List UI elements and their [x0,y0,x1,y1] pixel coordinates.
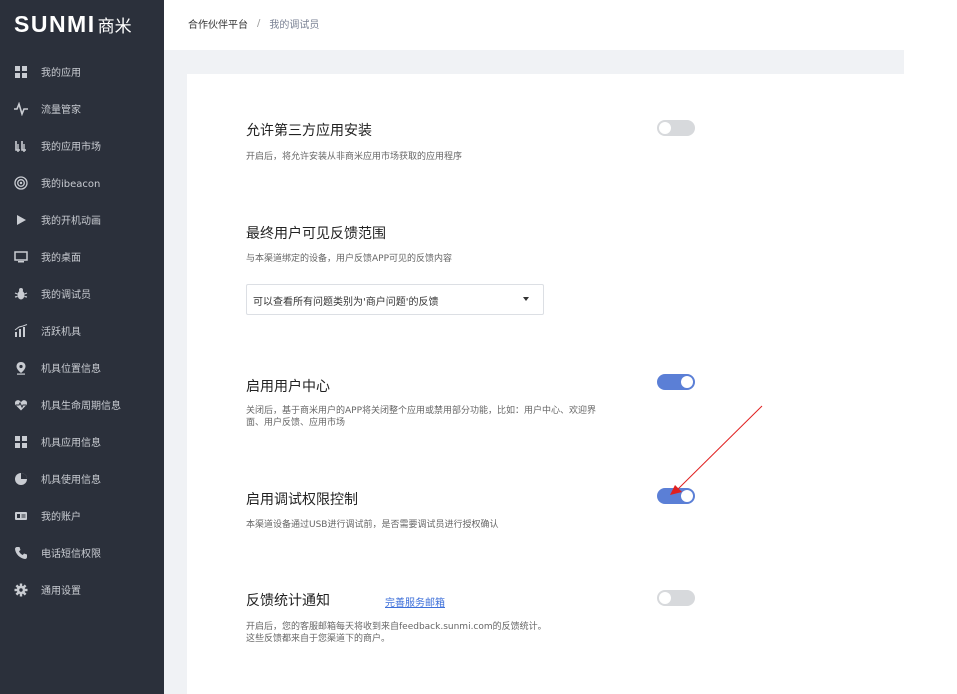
sidebar-item-ibeacon[interactable]: 我的ibeacon [0,164,164,201]
sidebar-item-general-settings[interactable]: 通用设置 [0,571,164,608]
sidebar-item-label: 我的应用 [41,68,81,79]
caret-down-icon [523,297,529,301]
id-card-icon [14,509,28,523]
feedback-notify-desc-line1: 开启后，您的客服邮箱每天将收到来自feedback.sunmi.com的反馈统计… [246,622,547,632]
sidebar-item-device-lifecycle[interactable]: 机具生命周期信息 [0,386,164,423]
sidebar-item-debugger[interactable]: 我的调试员 [0,275,164,312]
debug-permission-desc: 本渠道设备通过USB进行调试前，是否需要调试员进行授权确认 [246,520,499,530]
sidebar-item-active-devices[interactable]: 活跃机具 [0,312,164,349]
feedback-notify-desc-line2: 这些反馈都来自于您渠道下的商户。 [246,634,391,644]
breadcrumb-root[interactable]: 合作伙伴平台 [188,16,248,31]
sidebar-item-label: 我的应用市场 [41,142,101,153]
third-party-install-toggle[interactable] [657,120,695,136]
top-bar: 合作伙伴平台 / 我的调试员 [164,0,904,50]
user-center-toggle[interactable] [657,374,695,390]
sidebar-item-desktop[interactable]: 我的桌面 [0,238,164,275]
location-pin-icon [14,361,28,375]
apps-grid-icon [14,435,28,449]
user-center-desc: 关闭后，基于商米用户的APP将关闭整个应用或禁用部分功能，比如：用户中心、欢迎界… [246,406,597,428]
beacon-icon [14,175,28,190]
breadcrumb-separator: / [257,18,261,29]
toggle-knob [659,592,671,604]
monitor-icon [14,250,28,264]
sidebar-item-account[interactable]: 我的账户 [0,497,164,534]
sidebar-item-label: 我的账户 [41,512,81,523]
pie-chart-icon [14,472,28,486]
breadcrumb-current: 我的调试员 [269,20,320,31]
market-icon [14,139,28,153]
complete-service-email-link[interactable]: 完善服务邮箱 [385,594,445,609]
feedback-notify-title: 反馈统计通知 [246,593,330,609]
toggle-knob [681,376,693,388]
debug-permission-toggle[interactable] [657,488,695,504]
feedback-notify-toggle[interactable] [657,590,695,606]
bug-icon [14,287,28,301]
phone-icon [14,546,28,560]
sidebar-item-label: 活跃机具 [41,327,81,338]
settings-panel: 允许第三方应用安装 开启后，将允许安装从非商米应用市场获取的应用程序 最终用户可… [187,74,904,694]
sidebar-item-label: 流量管家 [41,105,81,116]
sidebar-item-label: 机具生命周期信息 [41,401,121,412]
sidebar-item-app-market[interactable]: 我的应用市场 [0,127,164,164]
sidebar-item-label: 电话短信权限 [41,549,101,560]
logo-latin-text: SUNMI [14,10,96,37]
pulse-icon [14,101,28,116]
grid-icon [14,65,28,79]
sidebar-item-label: 机具位置信息 [41,364,101,375]
sidebar-item-device-location[interactable]: 机具位置信息 [0,349,164,386]
sidebar-item-device-apps[interactable]: 机具应用信息 [0,423,164,460]
sidebar-item-label: 我的调试员 [41,290,91,301]
logo-cjk-text: 商米 [97,16,132,37]
sidebar-item-label: 我的ibeacon [41,179,101,190]
feedback-scope-desc: 与本渠道绑定的设备，用户反馈APP可见的反馈内容 [246,254,453,264]
bar-chart-icon [14,323,28,338]
sidebar: SUNMI 商米 我的应用 流量管家 我的应用市场 我的ibeacon 我的开机… [0,0,164,694]
sunmi-logo[interactable]: SUNMI 商米 [14,11,132,37]
gear-icon [14,583,28,597]
heart-icon [14,398,28,412]
breadcrumb: 合作伙伴平台 / 我的调试员 [188,16,319,31]
sidebar-item-my-apps[interactable]: 我的应用 [0,53,164,90]
sidebar-item-device-usage[interactable]: 机具使用信息 [0,460,164,497]
content-top-gutter [164,50,904,74]
feedback-scope-select[interactable]: 可以查看所有问题类别为'商户问题'的反馈 [246,284,544,315]
sidebar-item-sms-permission[interactable]: 电话短信权限 [0,534,164,571]
feedback-scope-selected-value: 可以查看所有问题类别为'商户问题'的反馈 [253,297,439,308]
user-center-title: 启用用户中心 [246,379,330,395]
sidebar-item-traffic[interactable]: 流量管家 [0,90,164,127]
sidebar-item-label: 机具使用信息 [41,475,101,486]
toggle-knob [681,490,693,502]
play-icon [14,213,28,227]
third-party-install-title: 允许第三方应用安装 [246,123,372,139]
content-left-gutter [164,74,187,694]
sidebar-item-label: 我的桌面 [41,253,81,264]
feedback-scope-title: 最终用户可见反馈范围 [246,226,386,242]
third-party-install-desc: 开启后，将允许安装从非商米应用市场获取的应用程序 [246,152,463,162]
sidebar-item-label: 机具应用信息 [41,438,101,449]
toggle-knob [659,122,671,134]
sidebar-item-boot-animation[interactable]: 我的开机动画 [0,201,164,238]
sidebar-item-label: 我的开机动画 [41,216,101,227]
sidebar-item-label: 通用设置 [41,586,81,597]
debug-permission-title: 启用调试权限控制 [246,492,358,508]
